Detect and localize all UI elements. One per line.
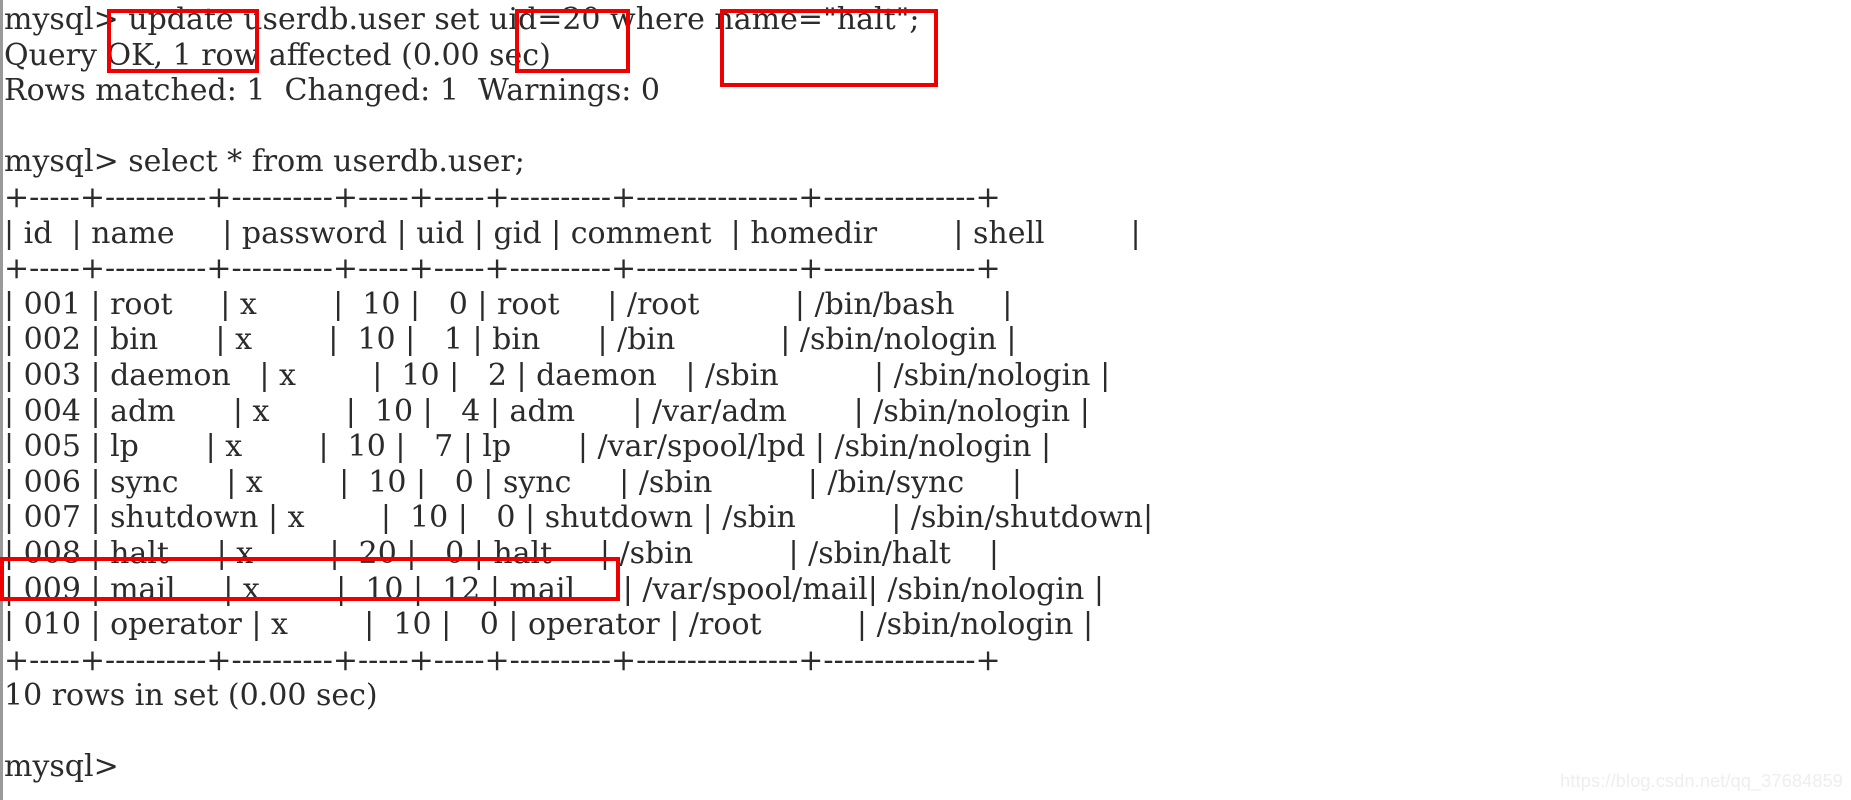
- window-left-edge: [0, 0, 3, 800]
- table-row: | 010 | operator | x | 10 | 0 | operator…: [4, 607, 1094, 643]
- terminal-line-blank-1: [4, 109, 1844, 145]
- terminal-line-rows-in-set: 10 rows in set (0.00 sec): [4, 678, 378, 714]
- table-row-halt: | 008 | halt | x | 20 | 0 | halt | /sbin…: [4, 535, 999, 571]
- table-border-top: +-----+----------+----------+-----+-----…: [4, 179, 1001, 215]
- table-row: | 007 | shutdown | x | 10 | 0 | shutdown…: [4, 500, 1154, 536]
- terminal-output[interactable]: mysql> update userdb.user set uid=20 whe…: [4, 2, 1844, 785]
- table-row: | 001 | root | x | 10 | 0 | root | /root…: [4, 286, 1013, 322]
- terminal-screenshot: mysql> update userdb.user set uid=20 whe…: [0, 0, 1851, 800]
- terminal-line-rows-matched: Rows matched: 1 Changed: 1 Warnings: 0: [4, 73, 661, 109]
- terminal-line-blank-2: [4, 714, 1844, 750]
- table-row: | 009 | mail | x | 10 | 12 | mail | /var…: [4, 571, 1104, 607]
- csdn-watermark: https://blog.csdn.net/qq_37684859: [1560, 771, 1843, 791]
- table-row: | 005 | lp | x | 10 | 7 | lp | /var/spoo…: [4, 429, 1052, 465]
- table-header-row: | id | name | password | uid | gid | com…: [4, 215, 1141, 251]
- table-row: | 002 | bin | x | 10 | 1 | bin | /bin | …: [4, 322, 1017, 358]
- table-row: | 006 | sync | x | 10 | 0 | sync | /sbin…: [4, 464, 1022, 500]
- table-row: | 004 | adm | x | 10 | 4 | adm | /var/ad…: [4, 393, 1090, 429]
- terminal-line-select-command: mysql> select * from userdb.user;: [4, 144, 525, 180]
- table-row: | 003 | daemon | x | 10 | 2 | daemon | /…: [4, 357, 1111, 393]
- table-border-header: +-----+----------+----------+-----+-----…: [4, 251, 1001, 287]
- terminal-line-query-ok: Query OK, 1 row affected (0.00 sec): [4, 37, 551, 73]
- terminal-line-update-command: mysql> update userdb.user set uid=20 whe…: [4, 2, 920, 37]
- table-border-bottom: +-----+----------+----------+-----+-----…: [4, 642, 1001, 678]
